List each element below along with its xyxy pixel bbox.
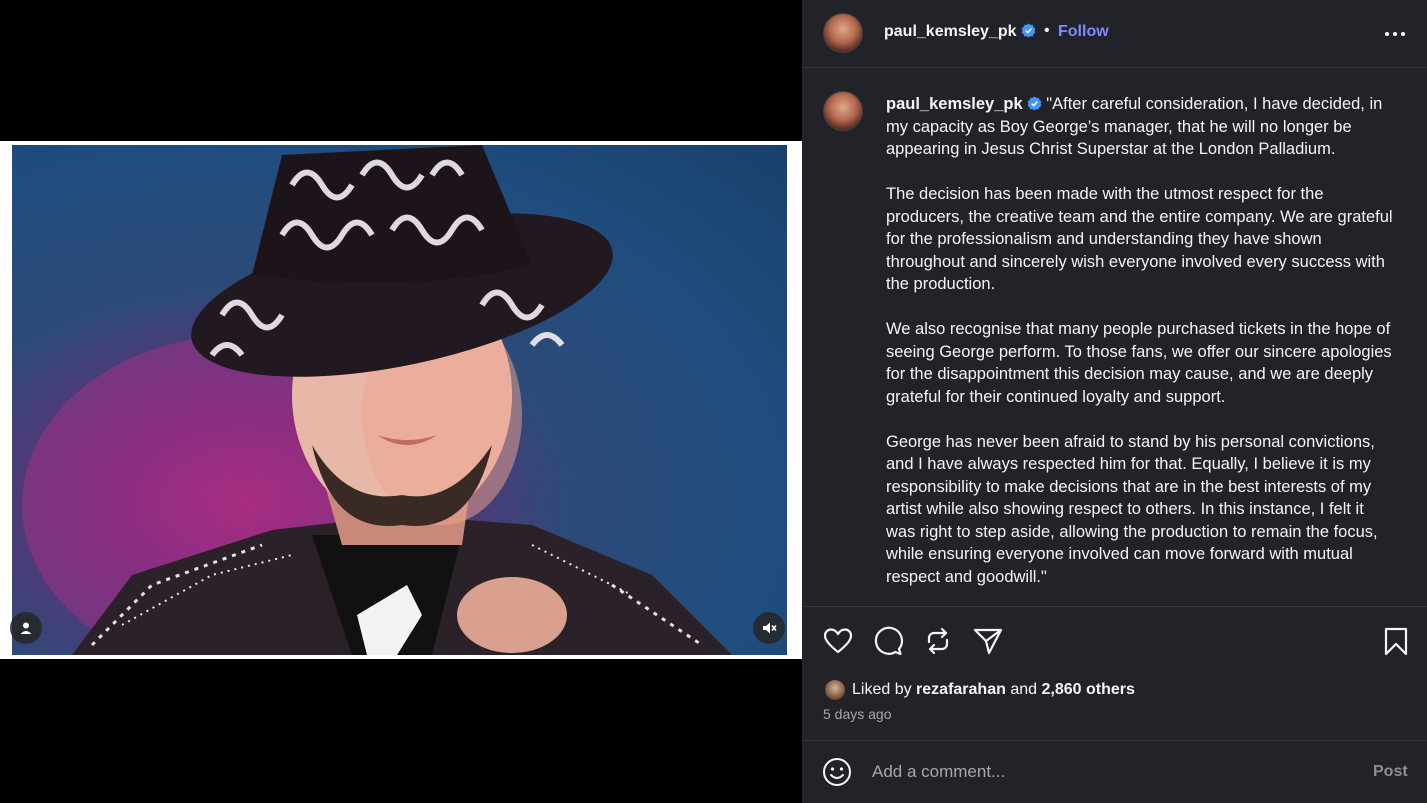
- author-avatar[interactable]: [823, 13, 863, 53]
- emoji-icon: [823, 758, 851, 786]
- verified-badge-icon: [1027, 96, 1042, 111]
- comment-icon: [874, 626, 904, 656]
- repost-icon: [927, 627, 949, 655]
- comment-bar: Post: [802, 741, 1427, 803]
- muted-speaker-icon: [763, 622, 777, 634]
- caption-paragraph: paul_kemsley_pk "After careful considera…: [886, 93, 1396, 161]
- more-options-button[interactable]: [1380, 22, 1410, 46]
- likes-prefix: Liked by: [852, 681, 912, 698]
- post-header: paul_kemsley_pk • Follow: [802, 0, 1427, 68]
- share-button[interactable]: [972, 625, 1004, 657]
- caption-section: paul_kemsley_pk "After careful considera…: [802, 69, 1427, 606]
- like-button[interactable]: [822, 625, 854, 657]
- portrait-illustration: [22, 145, 732, 655]
- liker-username[interactable]: rezafarahan: [916, 681, 1006, 699]
- comment-button[interactable]: [872, 625, 904, 657]
- post-details-panel: paul_kemsley_pk • Follow paul_kemsley_pk…: [802, 0, 1427, 803]
- instagram-post-modal: paul_kemsley_pk • Follow paul_kemsley_pk…: [0, 0, 1427, 803]
- send-icon: [973, 628, 1003, 655]
- comment-input[interactable]: [872, 759, 1332, 785]
- more-horizontal-icon: [1385, 32, 1405, 36]
- caption-username[interactable]: paul_kemsley_pk: [886, 95, 1023, 113]
- caption-paragraph-4: George has never been afraid to stand by…: [886, 432, 1378, 586]
- author-username[interactable]: paul_kemsley_pk: [884, 23, 1017, 40]
- bookmark-icon: [1384, 627, 1408, 656]
- follow-button[interactable]: Follow: [1058, 23, 1109, 41]
- post-actions-section: Liked by rezafarahan and 2,860 others 5 …: [802, 606, 1427, 741]
- post-photo[interactable]: [12, 145, 787, 655]
- post-comment-button[interactable]: Post: [1373, 763, 1408, 781]
- emoji-button[interactable]: [822, 757, 852, 787]
- verified-badge-icon: [1021, 23, 1035, 38]
- liker-avatar[interactable]: [824, 679, 846, 701]
- save-button[interactable]: [1380, 625, 1412, 657]
- caption-text: paul_kemsley_pk "After careful considera…: [886, 93, 1396, 606]
- caption-paragraph-2: The decision has been made with the utmo…: [886, 185, 1393, 293]
- user-icon: [20, 622, 32, 634]
- caption-paragraph-3: We also recognise that many people purch…: [886, 320, 1392, 406]
- likes-others-link[interactable]: 2,860 others: [1041, 681, 1134, 699]
- post-timestamp[interactable]: 5 days ago: [823, 706, 892, 722]
- author-username-link[interactable]: paul_kemsley_pk: [884, 23, 1036, 41]
- heart-icon: [823, 628, 853, 654]
- repost-button[interactable]: [922, 625, 954, 657]
- likes-joiner: and: [1010, 681, 1038, 698]
- photo-frame: [0, 141, 802, 659]
- header-separator: •: [1044, 22, 1050, 39]
- caption-author-avatar[interactable]: [823, 91, 863, 131]
- mute-toggle-button[interactable]: [753, 612, 785, 644]
- tagged-users-button[interactable]: [10, 612, 42, 644]
- post-media-area: [0, 0, 802, 803]
- likes-summary: Liked by rezafarahan and 2,860 others: [824, 679, 1135, 701]
